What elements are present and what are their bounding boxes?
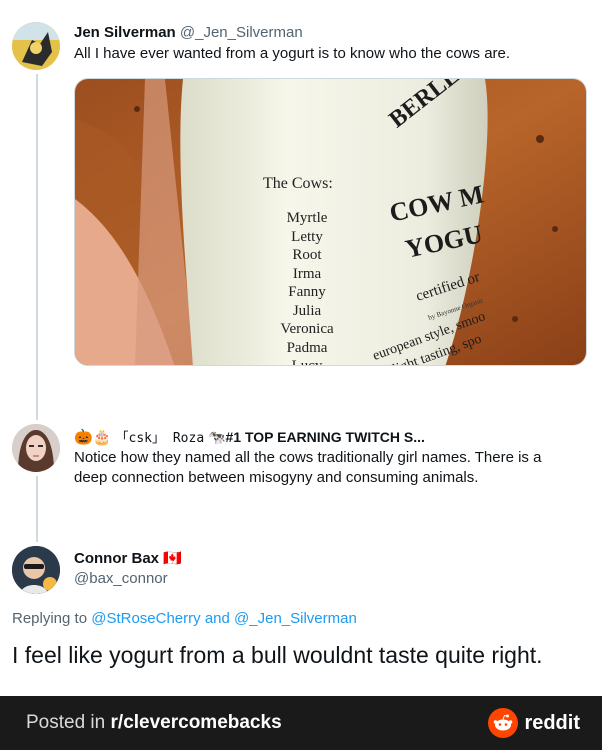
cow-name: Lucy: [291, 358, 323, 366]
reddit-logo[interactable]: reddit: [488, 708, 580, 738]
posted-in: Posted in r/clevercomebacks: [26, 712, 282, 734]
name-emoji-prefix: 🎃🎂: [74, 429, 112, 446]
cow-name: Padma: [286, 339, 328, 356]
cows-list: Myrtle Letty Root Irma Fanny Julia Veron…: [272, 209, 342, 366]
tweet-header: 🎃🎂 「csk」 Roza 🐄#1 TOP EARNING TWITCH S..…: [74, 427, 425, 446]
flag-icon: 🇨🇦: [163, 550, 182, 567]
display-name-suffix: 🐄#1 TOP EARNING TWITCH S...: [208, 429, 425, 445]
reddit-footer: Posted in r/clevercomebacks reddit: [0, 696, 602, 750]
tweet-header: Jen Silverman @_Jen_Silverman: [74, 24, 303, 41]
tweet-text: Notice how they named all the cows tradi…: [74, 448, 541, 488]
reply-text: I feel like yogurt from a bull wouldnt t…: [12, 642, 543, 668]
cow-name: Irma: [292, 265, 322, 282]
replying-to: Replying to @StRoseCherry and @_Jen_Silv…: [12, 610, 357, 627]
reddit-alien-icon: [488, 708, 519, 738]
avatar[interactable]: [12, 546, 60, 594]
tweet-text: All I have ever wanted from a yogurt is …: [74, 45, 511, 62]
display-name[interactable]: Connor Bax: [74, 550, 159, 567]
handle[interactable]: @_Jen_Silverman: [180, 24, 303, 41]
mention-link[interactable]: @_Jen_Silverman: [234, 610, 357, 627]
avatar[interactable]: [12, 424, 60, 472]
subreddit-link[interactable]: r/clevercomebacks: [111, 712, 282, 733]
posted-in-label: Posted in: [26, 712, 106, 733]
thread-line: [36, 74, 38, 420]
replying-and: and: [204, 610, 230, 627]
cow-name: Julia: [292, 302, 322, 319]
display-name[interactable]: 「csk」 Roza 🐄#1 TOP EARNING TWITCH S...: [115, 429, 425, 446]
handle[interactable]: @bax_connor: [74, 570, 168, 587]
display-name[interactable]: Jen Silverman: [74, 24, 176, 41]
cow-name: Veronica: [280, 321, 334, 337]
yogurt-photo[interactable]: The Cows: Myrtle Letty Root Irma Fanny J…: [74, 78, 587, 366]
tweet-text-line: deep connection between misogyny and con…: [74, 469, 479, 486]
cow-name: Fanny: [288, 284, 326, 300]
tweet-text-line: Notice how they named all the cows tradi…: [74, 449, 542, 466]
mention-link[interactable]: @StRoseCherry: [91, 610, 200, 627]
display-name-main: 「csk」 Roza: [115, 431, 205, 446]
replying-prefix: Replying to: [12, 610, 88, 627]
reddit-wordmark: reddit: [524, 711, 580, 734]
cows-heading: The Cows:: [263, 175, 333, 192]
cow-name: Letty: [291, 228, 323, 245]
thread-line: [36, 476, 38, 542]
cow-name: Root: [292, 247, 322, 263]
cow-name: Myrtle: [286, 210, 328, 226]
tweet-header: Connor Bax 🇨🇦: [74, 549, 182, 567]
avatar[interactable]: [12, 22, 60, 70]
